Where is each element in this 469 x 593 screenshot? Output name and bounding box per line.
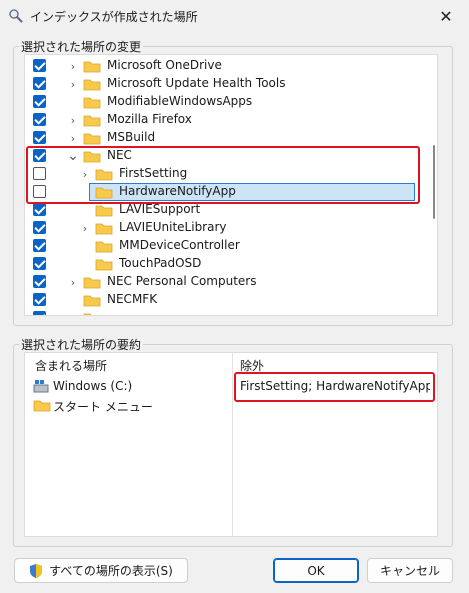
windows-drive-icon (33, 380, 49, 393)
ok-label: OK (307, 563, 325, 578)
magnifier-gear-icon (9, 9, 23, 23)
chevron-right-icon[interactable]: › (67, 58, 79, 74)
tree-row[interactable]: ModifiableWindowsApps (25, 93, 425, 111)
tree-item-label: Microsoft OneDrive (107, 58, 222, 72)
chevron-right-icon[interactable]: › (67, 274, 79, 290)
tree-item-label: TouchPadOSD (119, 256, 202, 270)
tree-item-label: NEC Personal Computers (107, 274, 257, 288)
tree-row[interactable]: › MSBuild (25, 129, 425, 147)
folder-icon (83, 277, 101, 289)
tree-item-label: Mozilla Firefox (107, 112, 192, 126)
folder-icon (33, 400, 51, 412)
checkbox-checked[interactable] (33, 239, 46, 252)
folder-icon (95, 259, 113, 271)
tree-row[interactable]: NECMFK (25, 291, 425, 309)
checkbox-checked[interactable] (33, 275, 46, 288)
highlight-box-nec (26, 146, 420, 204)
folder-icon (95, 205, 113, 217)
checkbox-checked[interactable] (33, 311, 46, 315)
shield-icon (30, 563, 43, 578)
column-divider (232, 353, 233, 536)
summary-label: 選択された場所の要約 (19, 336, 144, 353)
chevron-right-icon[interactable]: › (67, 310, 79, 316)
tree-row[interactable]: TouchPadOSD (25, 255, 425, 273)
checkbox-checked[interactable] (33, 131, 46, 144)
tree-row[interactable]: › NEC Personal Computers (25, 273, 425, 291)
folder-icon (83, 97, 101, 109)
close-icon: ✕ (439, 6, 453, 26)
title-bar: インデックスが作成された場所 ✕ (0, 0, 469, 32)
folder-icon (83, 79, 101, 91)
included-item: スタート メニュー (53, 400, 153, 414)
tree-row[interactable]: › Microsoft OneDrive (25, 57, 425, 75)
included-item: Windows (C:) (53, 379, 133, 393)
chevron-right-icon[interactable]: › (67, 130, 79, 146)
close-button[interactable]: ✕ (423, 0, 469, 32)
tree-item-label: LAVIESupport (119, 202, 201, 216)
tree-row[interactable]: › Mozilla Firefox (25, 111, 425, 129)
folder-icon (83, 61, 101, 73)
tree-item-label: ModifiableWindowsApps (107, 94, 253, 108)
tree-item-label: NECMFK (107, 292, 158, 306)
tree-item-label: Microsoft Update Health Tools (107, 76, 286, 90)
tree-row[interactable]: › (25, 309, 425, 316)
show-all-locations-button[interactable]: すべての場所の表示(S) (14, 558, 188, 583)
checkbox-checked[interactable] (33, 59, 46, 72)
show-all-label: すべての場所の表示(S) (49, 564, 173, 578)
tree-item-label: LAVIEUniteLibrary (119, 220, 227, 234)
checkbox-checked[interactable] (33, 203, 46, 216)
tree-row[interactable]: MMDeviceController (25, 237, 425, 255)
selected-locations-label: 選択された場所の変更 (19, 38, 144, 55)
ok-button[interactable]: OK (273, 558, 359, 583)
folder-icon (83, 133, 101, 145)
chevron-right-icon[interactable]: › (79, 220, 91, 236)
folder-icon (95, 241, 113, 253)
cancel-label: キャンセル (379, 564, 440, 578)
chevron-right-icon[interactable]: › (67, 76, 79, 92)
tree-scrollbar[interactable] (433, 145, 435, 219)
checkbox-checked[interactable] (33, 95, 46, 108)
window-title: インデックスが作成された場所 (30, 10, 198, 24)
tree-item-label: MMDeviceController (119, 238, 240, 252)
tree-item-label: MSBuild (107, 130, 156, 144)
highlight-box-excluded (234, 372, 435, 402)
checkbox-checked[interactable] (33, 113, 46, 126)
checkbox-checked[interactable] (33, 293, 46, 306)
chevron-right-icon[interactable]: › (67, 112, 79, 128)
cancel-button[interactable]: キャンセル (367, 558, 453, 583)
tree-row[interactable]: › LAVIEUniteLibrary (25, 219, 425, 237)
checkbox-checked[interactable] (33, 257, 46, 270)
folder-icon (95, 223, 113, 235)
folder-icon (83, 313, 92, 315)
folder-icon (83, 115, 101, 127)
folder-icon (83, 295, 101, 307)
checkbox-checked[interactable] (33, 77, 46, 90)
checkbox-checked[interactable] (33, 221, 46, 234)
included-header: 含まれる場所 (35, 359, 108, 373)
tree-row[interactable]: › Microsoft Update Health Tools (25, 75, 425, 93)
